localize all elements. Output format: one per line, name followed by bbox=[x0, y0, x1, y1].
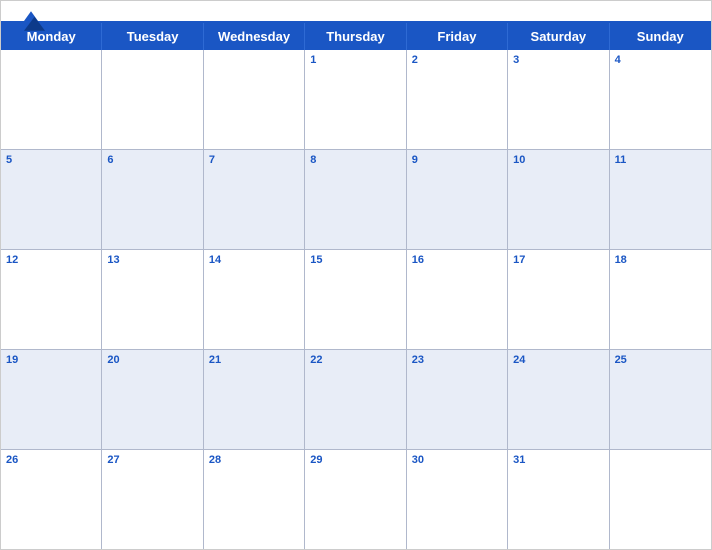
calendar: MondayTuesdayWednesdayThursdayFridaySatu… bbox=[0, 0, 712, 550]
day-cell: 4 bbox=[610, 50, 711, 149]
calendar-grid: MondayTuesdayWednesdayThursdayFridaySatu… bbox=[1, 21, 711, 549]
day-header-friday: Friday bbox=[407, 23, 508, 50]
day-header-thursday: Thursday bbox=[305, 23, 406, 50]
day-cell: 9 bbox=[407, 150, 508, 249]
day-number: 22 bbox=[310, 354, 400, 366]
day-header-sunday: Sunday bbox=[610, 23, 711, 50]
day-cell: 28 bbox=[204, 450, 305, 549]
day-cell: 18 bbox=[610, 250, 711, 349]
logo-icon bbox=[17, 11, 45, 31]
day-number: 6 bbox=[107, 154, 197, 166]
day-cell: 16 bbox=[407, 250, 508, 349]
day-cell: 26 bbox=[1, 450, 102, 549]
day-number: 15 bbox=[310, 254, 400, 266]
day-cell bbox=[102, 50, 203, 149]
day-cell: 21 bbox=[204, 350, 305, 449]
day-cell: 25 bbox=[610, 350, 711, 449]
day-number: 3 bbox=[513, 54, 603, 66]
day-header-wednesday: Wednesday bbox=[204, 23, 305, 50]
week-row-5: 26 27 28 29 30 31 bbox=[1, 450, 711, 549]
day-cell: 13 bbox=[102, 250, 203, 349]
day-number: 2 bbox=[412, 54, 502, 66]
week-row-2: 56789 10 11 bbox=[1, 150, 711, 250]
day-cell: 5 bbox=[1, 150, 102, 249]
day-number: 12 bbox=[6, 254, 96, 266]
day-cell: 15 bbox=[305, 250, 406, 349]
day-cell bbox=[1, 50, 102, 149]
day-number: 31 bbox=[513, 454, 603, 466]
day-number: 23 bbox=[412, 354, 502, 366]
day-number: 11 bbox=[615, 154, 706, 166]
day-cell: 3 bbox=[508, 50, 609, 149]
day-cell: 11 bbox=[610, 150, 711, 249]
day-number: 25 bbox=[615, 354, 706, 366]
day-cell: 27 bbox=[102, 450, 203, 549]
day-number: 8 bbox=[310, 154, 400, 166]
day-cell: 31 bbox=[508, 450, 609, 549]
weeks-container: 1234567891011121314151617181920212223242… bbox=[1, 50, 711, 549]
day-number: 18 bbox=[615, 254, 706, 266]
day-number: 21 bbox=[209, 354, 299, 366]
day-headers: MondayTuesdayWednesdayThursdayFridaySatu… bbox=[1, 23, 711, 50]
day-number: 5 bbox=[6, 154, 96, 166]
day-number: 13 bbox=[107, 254, 197, 266]
day-number: 24 bbox=[513, 354, 603, 366]
day-cell: 2 bbox=[407, 50, 508, 149]
day-number: 14 bbox=[209, 254, 299, 266]
day-number: 7 bbox=[209, 154, 299, 166]
day-number: 28 bbox=[209, 454, 299, 466]
day-cell: 23 bbox=[407, 350, 508, 449]
day-number: 4 bbox=[615, 54, 706, 66]
day-number: 26 bbox=[6, 454, 96, 466]
day-cell: 19 bbox=[1, 350, 102, 449]
week-row-1: 1234 bbox=[1, 50, 711, 150]
day-cell: 8 bbox=[305, 150, 406, 249]
day-cell: 22 bbox=[305, 350, 406, 449]
day-number: 16 bbox=[412, 254, 502, 266]
day-number: 10 bbox=[513, 154, 603, 166]
day-cell: 14 bbox=[204, 250, 305, 349]
day-number: 19 bbox=[6, 354, 96, 366]
day-cell: 1 bbox=[305, 50, 406, 149]
day-header-saturday: Saturday bbox=[508, 23, 609, 50]
week-row-3: 12 13 14 15 16 17 18 bbox=[1, 250, 711, 350]
day-cell: 30 bbox=[407, 450, 508, 549]
day-number: 20 bbox=[107, 354, 197, 366]
day-number: 27 bbox=[107, 454, 197, 466]
day-number: 1 bbox=[310, 54, 400, 66]
day-number: 30 bbox=[412, 454, 502, 466]
day-number: 17 bbox=[513, 254, 603, 266]
week-row-4: 19 20 21 22 23 24 25 bbox=[1, 350, 711, 450]
day-cell: 29 bbox=[305, 450, 406, 549]
logo bbox=[17, 11, 45, 33]
day-cell: 6 bbox=[102, 150, 203, 249]
day-cell: 7 bbox=[204, 150, 305, 249]
day-cell bbox=[204, 50, 305, 149]
day-cell: 24 bbox=[508, 350, 609, 449]
calendar-header bbox=[1, 1, 711, 21]
day-header-tuesday: Tuesday bbox=[102, 23, 203, 50]
day-cell: 10 bbox=[508, 150, 609, 249]
day-cell: 12 bbox=[1, 250, 102, 349]
day-number: 9 bbox=[412, 154, 502, 166]
day-cell: 20 bbox=[102, 350, 203, 449]
day-number: 29 bbox=[310, 454, 400, 466]
day-cell bbox=[610, 450, 711, 549]
day-cell: 17 bbox=[508, 250, 609, 349]
